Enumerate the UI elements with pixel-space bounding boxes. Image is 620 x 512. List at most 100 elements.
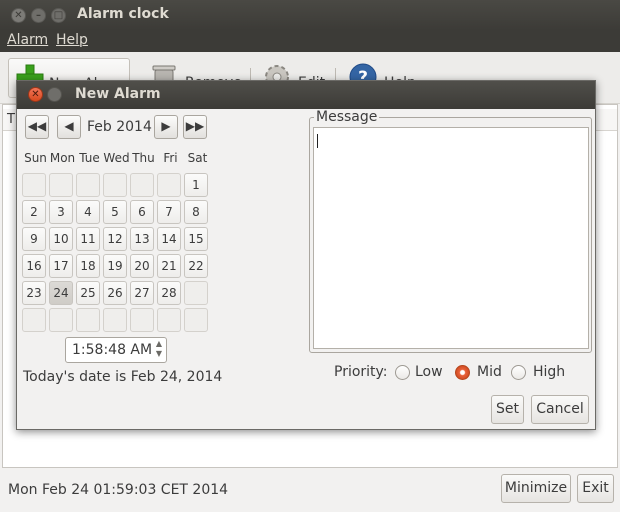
minimize-label: Minimize <box>504 480 568 496</box>
weekday-header: Tue <box>79 151 100 165</box>
close-icon: ✕ <box>31 89 40 100</box>
calendar-day[interactable]: 11 <box>76 227 100 251</box>
minimize-button[interactable]: Minimize <box>501 474 571 503</box>
calendar-day[interactable]: 14 <box>157 227 181 251</box>
calendar-day[interactable]: 12 <box>103 227 127 251</box>
right-arrow-icon: ▶ <box>161 119 171 133</box>
menubar: Alarm Help <box>0 30 620 52</box>
left-arrow-icon: ◀ <box>64 119 74 133</box>
calendar-empty-cell <box>157 173 181 197</box>
calendar-empty-cell <box>103 308 127 332</box>
calendar-day[interactable]: 3 <box>49 200 73 224</box>
calendar-day[interactable]: 22 <box>184 254 208 278</box>
spin-down-icon[interactable]: ▼ <box>154 349 164 359</box>
new-alarm-dialog: ✕ New Alarm ◀◀ ◀ Feb 2014 ▶ ▶▶ Sun Mon Tue… <box>16 80 596 430</box>
calendar-empty-cell <box>184 308 208 332</box>
calendar-day[interactable]: 23 <box>22 281 46 305</box>
calendar-day[interactable]: 13 <box>130 227 154 251</box>
prev-month-button[interactable]: ◀ <box>57 115 81 139</box>
dialog-titlebar: ✕ New Alarm <box>17 81 595 109</box>
calendar-day[interactable]: 4 <box>76 200 100 224</box>
message-textarea[interactable] <box>313 127 589 349</box>
calendar-day[interactable]: 25 <box>76 281 100 305</box>
message-label: Message <box>314 109 380 125</box>
minimize-icon: – <box>36 10 41 21</box>
menu-alarm[interactable]: Alarm <box>7 32 48 48</box>
close-icon: ✕ <box>14 10 23 21</box>
double-right-arrow-icon: ▶▶ <box>185 119 205 133</box>
calendar-day[interactable]: 21 <box>157 254 181 278</box>
dialog-title: New Alarm <box>75 86 161 102</box>
calendar-day[interactable]: 18 <box>76 254 100 278</box>
priority-mid-label[interactable]: Mid <box>477 364 502 380</box>
window-maximize-button[interactable]: □ <box>51 8 66 23</box>
calendar-day[interactable]: 9 <box>22 227 46 251</box>
calendar-day[interactable]: 24 <box>49 281 73 305</box>
set-button[interactable]: Set <box>491 395 524 424</box>
dialog-close-button[interactable]: ✕ <box>28 87 43 102</box>
calendar-day[interactable]: 1 <box>184 173 208 197</box>
table-header-label: T <box>7 112 15 127</box>
exit-button[interactable]: Exit <box>577 474 614 503</box>
calendar-day[interactable]: 17 <box>49 254 73 278</box>
calendar-empty-cell <box>76 308 100 332</box>
calendar-empty-cell <box>184 281 208 305</box>
calendar-empty-cell <box>22 173 46 197</box>
priority-high-radio[interactable] <box>511 365 526 380</box>
priority-low-radio[interactable] <box>395 365 410 380</box>
calendar-day[interactable]: 27 <box>130 281 154 305</box>
weekday-header: Mon <box>49 151 76 165</box>
calendar-day[interactable]: 6 <box>130 200 154 224</box>
calendar-empty-cell <box>130 173 154 197</box>
calendar-day[interactable]: 2 <box>22 200 46 224</box>
set-label: Set <box>496 401 519 417</box>
exit-label: Exit <box>582 480 609 496</box>
text-caret <box>317 134 318 148</box>
calendar-day[interactable]: 10 <box>49 227 73 251</box>
weekday-header: Sat <box>187 151 208 165</box>
spin-up-icon[interactable]: ▲ <box>154 339 164 349</box>
calendar-day[interactable]: 15 <box>184 227 208 251</box>
calendar-empty-cell <box>130 308 154 332</box>
prev-year-button[interactable]: ◀◀ <box>25 115 49 139</box>
priority-high-label[interactable]: High <box>533 364 565 380</box>
window-minimize-button[interactable]: – <box>31 8 46 23</box>
calendar-empty-cell <box>49 308 73 332</box>
priority-label: Priority: <box>334 364 388 380</box>
dialog-maximize-button[interactable] <box>47 87 62 102</box>
weekday-header: Thu <box>132 151 155 165</box>
calendar-day[interactable]: 28 <box>157 281 181 305</box>
window-title: Alarm clock <box>77 6 169 22</box>
maximize-icon: □ <box>53 10 64 21</box>
calendar-day[interactable]: 7 <box>157 200 181 224</box>
weekday-header: Wed <box>103 151 130 165</box>
priority-mid-radio[interactable] <box>455 365 470 380</box>
calendar-empty-cell <box>22 308 46 332</box>
time-value: 1:58:48 AM <box>72 342 153 358</box>
month-label: Feb 2014 <box>87 119 152 135</box>
today-date-text: Today's date is Feb 24, 2014 <box>23 369 223 385</box>
weekday-header: Sun <box>24 151 47 165</box>
calendar-day[interactable]: 8 <box>184 200 208 224</box>
calendar-empty-cell <box>76 173 100 197</box>
time-spinner[interactable]: 1:58:48 AM ▲ ▼ <box>65 337 167 363</box>
cancel-label: Cancel <box>536 401 584 417</box>
calendar-empty-cell <box>157 308 181 332</box>
main-titlebar: ✕ – □ Alarm clock <box>0 0 620 30</box>
priority-low-label[interactable]: Low <box>415 364 443 380</box>
menu-help[interactable]: Help <box>56 32 88 48</box>
status-datetime: Mon Feb 24 01:59:03 CET 2014 <box>8 482 229 498</box>
calendar-empty-cell <box>103 173 127 197</box>
calendar-day[interactable]: 20 <box>130 254 154 278</box>
calendar-day[interactable]: 16 <box>22 254 46 278</box>
spinner-arrows[interactable]: ▲ ▼ <box>154 339 164 361</box>
calendar-day[interactable]: 26 <box>103 281 127 305</box>
calendar-empty-cell <box>49 173 73 197</box>
next-year-button[interactable]: ▶▶ <box>183 115 207 139</box>
window-close-button[interactable]: ✕ <box>11 8 26 23</box>
calendar-day[interactable]: 5 <box>103 200 127 224</box>
cancel-button[interactable]: Cancel <box>531 395 589 424</box>
calendar-day[interactable]: 19 <box>103 254 127 278</box>
next-month-button[interactable]: ▶ <box>154 115 178 139</box>
double-left-arrow-icon: ◀◀ <box>27 119 47 133</box>
